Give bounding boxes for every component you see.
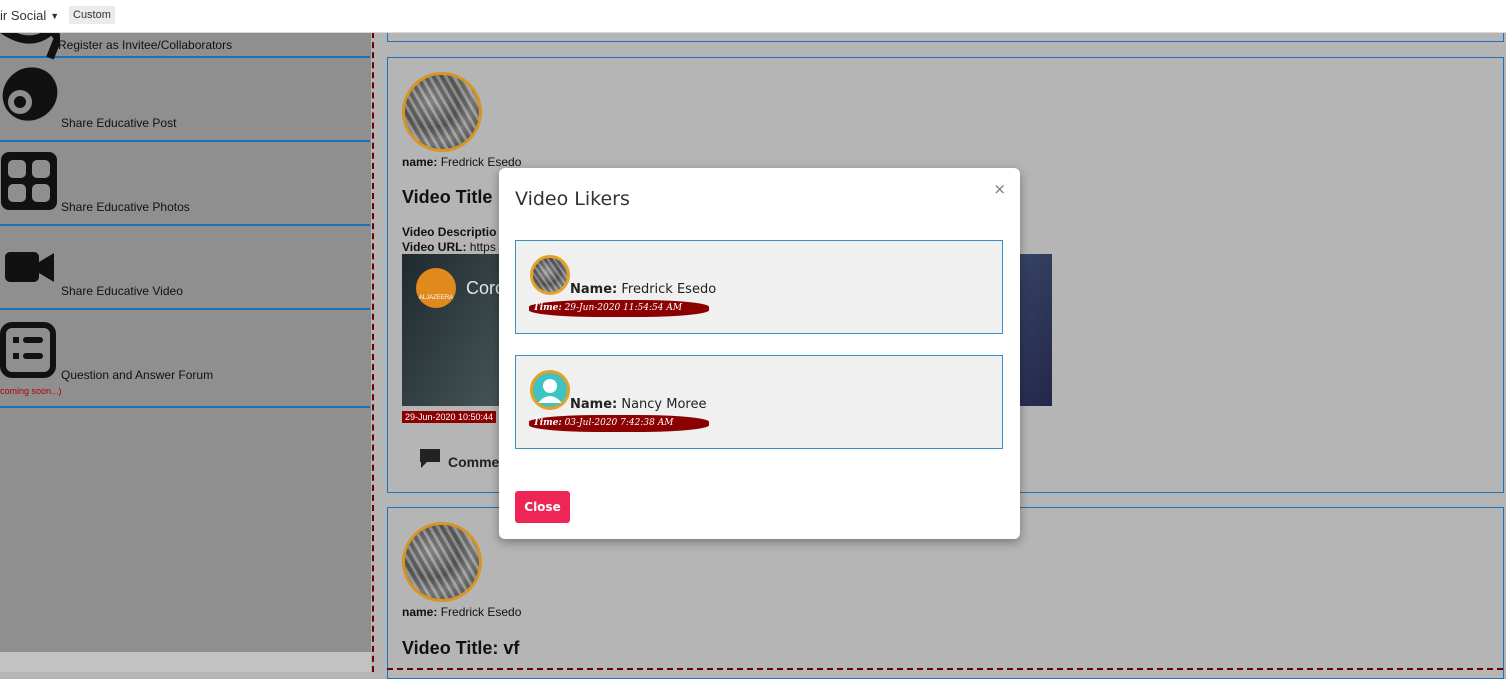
- liker-name: Name: Fredrick Esedo: [570, 282, 716, 297]
- post-timestamp: 29-Jun-2020 10:50:44: [402, 411, 497, 423]
- liker-time: Time: 29-Jun-2020 11:54:54 AM: [529, 300, 709, 317]
- liker-item: Name: Fredrick Esedo Time: 29-Jun-2020 1…: [515, 240, 1003, 334]
- close-icon[interactable]: ×: [993, 180, 1006, 198]
- video-title: Video Title: [402, 187, 493, 207]
- dashed-divider-bottom: [387, 668, 1503, 670]
- liker-avatar[interactable]: [530, 370, 570, 410]
- default-user-icon: [538, 379, 562, 403]
- url-value[interactable]: https: [470, 240, 496, 254]
- liker-name: Name: Nancy Moree: [570, 397, 707, 412]
- modal-title: Video Likers: [515, 188, 630, 210]
- liker-time: Time: 03-Jul-2020 7:42:38 AM: [529, 415, 709, 432]
- photos-grid-icon: [1, 152, 57, 210]
- aljazeera-logo: ALJAZEERA: [416, 268, 456, 308]
- close-button[interactable]: Close: [515, 491, 570, 523]
- name-value: Nancy Moree: [621, 397, 707, 412]
- sidebar-item-label: Share Educative Video: [61, 284, 183, 298]
- dashed-divider: [372, 32, 374, 672]
- video-camera-icon: [5, 252, 54, 282]
- post-icon: [2, 67, 58, 121]
- top-bar: ir Social ▼ Custom: [0, 0, 1506, 33]
- video-title: Video Title: vf: [402, 638, 520, 658]
- name-value: Fredrick Esedo: [440, 155, 522, 169]
- sidebar-item-label: Share Educative Photos: [61, 200, 190, 214]
- social-dropdown-label: ir Social: [0, 8, 47, 23]
- sidebar: Register as Invitee/Collaborators Share …: [0, 24, 371, 652]
- name-label: Name:: [570, 397, 618, 412]
- chevron-down-icon: ▼: [50, 11, 60, 21]
- logo-text: ALJAZEERA: [418, 295, 454, 301]
- name-value: Fredrick Esedo: [621, 282, 717, 297]
- liker-avatar[interactable]: [530, 255, 570, 295]
- sidebar-footer: [0, 652, 371, 672]
- sidebar-item-label: Share Educative Post: [61, 116, 177, 130]
- comment-label: Comme: [448, 454, 500, 470]
- sidebar-item-label: Register as Invitee/Collaborators: [58, 38, 233, 52]
- video-likers-modal: Video Likers × Name: Fredrick Esedo Time…: [499, 168, 1020, 539]
- name-label: name:: [402, 605, 438, 619]
- url-label: Video URL:: [402, 240, 467, 254]
- video-description: Video Descriptio: [402, 225, 497, 239]
- time-label: Time:: [533, 303, 562, 313]
- comment-icon: [420, 449, 440, 468]
- custom-tag[interactable]: Custom: [69, 6, 115, 24]
- sidebar-item-photos[interactable]: Share Educative Photos: [0, 142, 370, 226]
- name-label: name:: [402, 155, 438, 169]
- sidebar-item-video[interactable]: Share Educative Video: [0, 226, 370, 310]
- liker-item: Name: Nancy Moree Time: 03-Jul-2020 7:42…: [515, 355, 1003, 449]
- poster-name: name: Fredrick Esedo: [402, 605, 521, 619]
- coming-soon-note: coming soon...): [0, 386, 62, 396]
- sidebar-item-label: Question and Answer Forum: [61, 368, 214, 382]
- time-value: 03-Jul-2020 7:42:38 AM: [564, 418, 674, 428]
- poster-name: name: Fredrick Esedo: [402, 155, 521, 169]
- time-value: 29-Jun-2020 11:54:54 AM: [564, 303, 683, 313]
- video-url: Video URL: https: [402, 240, 496, 254]
- sidebar-item-forum[interactable]: Question and Answer Forum coming soon...…: [0, 310, 370, 408]
- comment-button[interactable]: Comme: [418, 447, 499, 470]
- name-value: Fredrick Esedo: [440, 605, 522, 619]
- social-dropdown[interactable]: ir Social ▼: [0, 8, 59, 23]
- name-label: Name:: [570, 282, 618, 297]
- time-label: Time:: [533, 418, 562, 428]
- sidebar-item-post[interactable]: Share Educative Post: [0, 58, 370, 142]
- avatar[interactable]: [402, 72, 482, 152]
- avatar[interactable]: [402, 522, 482, 602]
- list-icon: [0, 322, 56, 378]
